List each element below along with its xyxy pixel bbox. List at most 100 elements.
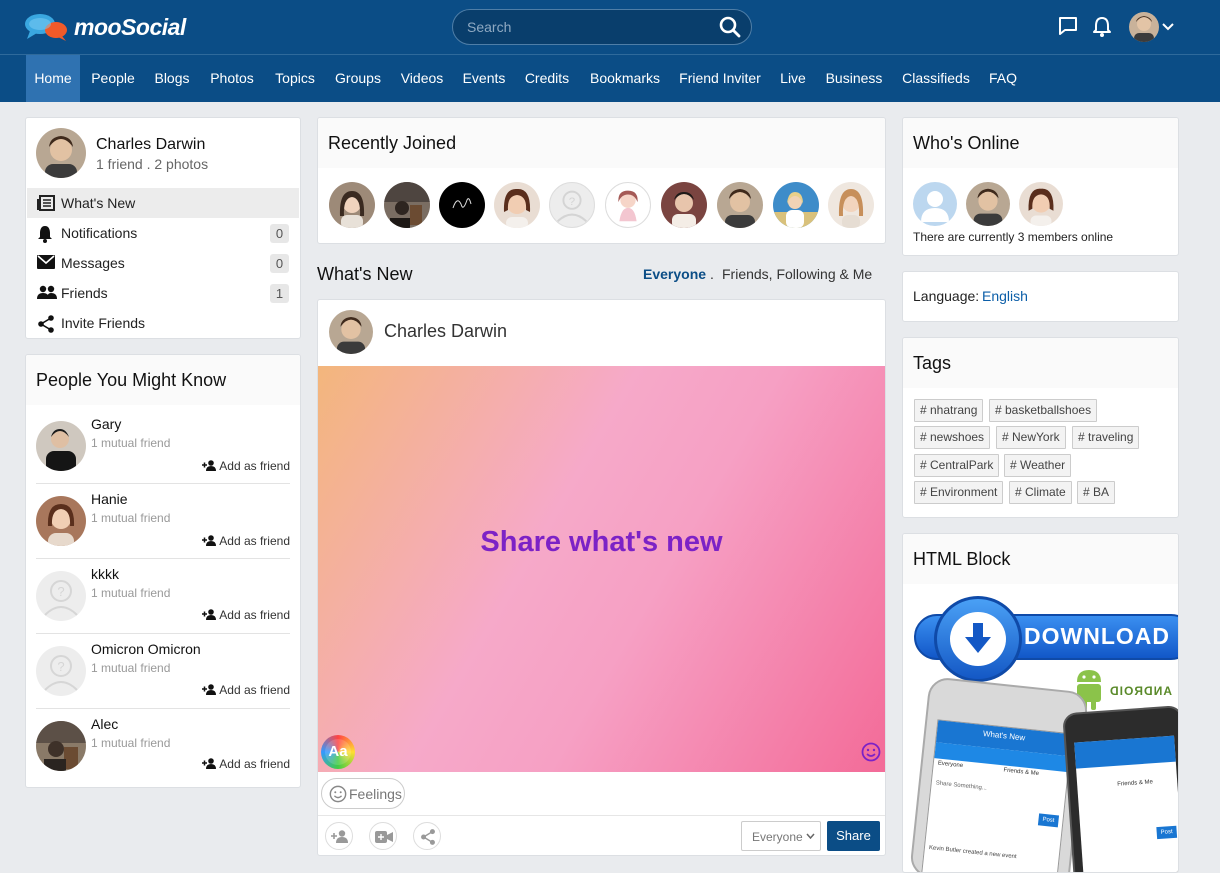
- composer-avatar[interactable]: [329, 310, 373, 354]
- tag-link[interactable]: # NewYork: [996, 426, 1066, 449]
- tag-link[interactable]: # BA: [1077, 481, 1116, 504]
- tag-friends-button[interactable]: [325, 822, 353, 850]
- add-friend-button[interactable]: Add as friend: [201, 757, 290, 771]
- member-avatar[interactable]: [828, 182, 874, 228]
- mutual-friends: 1 mutual friend: [91, 511, 171, 525]
- online-user-avatar[interactable]: [913, 182, 957, 226]
- person-name[interactable]: Alec: [91, 716, 118, 732]
- video-button[interactable]: [369, 822, 397, 850]
- member-avatar[interactable]: ?: [549, 182, 595, 228]
- online-user-avatar[interactable]: [966, 182, 1010, 226]
- member-avatar[interactable]: [773, 182, 819, 228]
- add-friend-button[interactable]: Add as friend: [201, 683, 290, 697]
- add-friend-button[interactable]: Add as friend: [201, 459, 290, 473]
- person-avatar[interactable]: ?: [36, 571, 86, 621]
- person-avatar[interactable]: [36, 421, 86, 471]
- download-banner[interactable]: DOWNLOAD: [914, 596, 1178, 682]
- language-label: Language:: [913, 288, 980, 304]
- add-user-icon: [201, 535, 216, 546]
- nav-item-faq[interactable]: FAQ: [982, 55, 1024, 102]
- tag-link[interactable]: # Climate: [1009, 481, 1072, 504]
- tags-card: Tags # nhatrang # basketballshoes # news…: [902, 337, 1179, 518]
- tag-link[interactable]: # Weather: [1004, 454, 1072, 477]
- tag-link[interactable]: # newshoes: [914, 426, 991, 449]
- nav-item-home[interactable]: Home: [26, 55, 80, 102]
- person-avatar[interactable]: [36, 496, 86, 546]
- search-input[interactable]: [467, 10, 707, 44]
- nav-item-live[interactable]: Live: [770, 55, 816, 102]
- nav-item-credits[interactable]: Credits: [516, 55, 578, 102]
- nav-item-blogs[interactable]: Blogs: [146, 55, 198, 102]
- share-link-button[interactable]: [413, 822, 441, 850]
- tag-link[interactable]: # traveling: [1072, 426, 1140, 449]
- menu-whats-new[interactable]: What's New: [27, 188, 299, 218]
- nav-item-friend-inviter[interactable]: Friend Inviter: [672, 55, 768, 102]
- composer-card: Charles Darwin Share what's new Aa Feeli…: [317, 299, 886, 856]
- member-avatar[interactable]: [661, 182, 707, 228]
- person-avatar[interactable]: ?: [36, 646, 86, 696]
- tag-link[interactable]: # nhatrang: [914, 399, 984, 422]
- person-avatar[interactable]: [36, 721, 86, 771]
- member-avatar[interactable]: [384, 182, 430, 228]
- person-name[interactable]: Hanie: [91, 491, 128, 507]
- member-avatar[interactable]: [439, 182, 485, 228]
- privacy-value: Everyone: [752, 830, 803, 844]
- bell-icon[interactable]: [1092, 16, 1112, 38]
- person-name[interactable]: kkkk: [91, 566, 119, 582]
- tag-link[interactable]: # CentralPark: [914, 454, 1000, 477]
- add-user-icon: [331, 830, 348, 843]
- nav-item-groups[interactable]: Groups: [326, 55, 390, 102]
- tag-link[interactable]: # Environment: [914, 481, 1004, 504]
- menu-notifications[interactable]: Notifications 0: [27, 218, 299, 248]
- share-button[interactable]: Share: [827, 821, 880, 851]
- profile-name[interactable]: Charles Darwin: [96, 136, 205, 154]
- member-avatar[interactable]: [605, 182, 651, 228]
- status-background[interactable]: Share what's new Aa: [318, 366, 885, 772]
- person-name[interactable]: Gary: [91, 416, 121, 432]
- person-name[interactable]: Omicron Omicron: [91, 641, 201, 657]
- menu-friends[interactable]: Friends 1: [27, 278, 299, 308]
- menu-invite-friends[interactable]: Invite Friends: [27, 308, 299, 338]
- member-avatar[interactable]: [717, 182, 763, 228]
- menu-messages[interactable]: Messages 0: [27, 248, 299, 278]
- add-friend-button[interactable]: Add as friend: [201, 608, 290, 622]
- phone-mockup-right: Friends & Me Post: [1062, 705, 1178, 872]
- video-icon: [375, 831, 393, 843]
- nav-item-classifieds[interactable]: Classifieds: [892, 55, 980, 102]
- tags-title: Tags: [913, 353, 952, 373]
- nav-item-photos[interactable]: Photos: [200, 55, 264, 102]
- chat-icon[interactable]: [1057, 15, 1079, 37]
- logo[interactable]: mooSocial: [24, 12, 186, 42]
- language-link[interactable]: English: [982, 288, 1028, 304]
- nav-item-business[interactable]: Business: [818, 55, 890, 102]
- emoji-icon[interactable]: [861, 742, 881, 762]
- share-prompt[interactable]: Share what's new: [318, 526, 885, 559]
- nav-item-people[interactable]: People: [82, 55, 144, 102]
- member-avatar[interactable]: [329, 182, 375, 228]
- android-label: ANDROID: [1109, 684, 1172, 698]
- privacy-select[interactable]: Everyone: [741, 821, 821, 851]
- nav-item-bookmarks[interactable]: Bookmarks: [580, 55, 670, 102]
- html-block-title: HTML Block: [913, 549, 1011, 569]
- tag-link[interactable]: # basketballshoes: [989, 399, 1098, 422]
- search-icon[interactable]: [719, 16, 741, 38]
- avatar[interactable]: [1129, 12, 1159, 42]
- filter-everyone[interactable]: Everyone: [643, 266, 706, 282]
- whos-online-title: Who's Online: [913, 133, 1020, 153]
- profile-avatar[interactable]: [36, 128, 86, 178]
- feelings-button[interactable]: Feelings: [321, 778, 405, 809]
- add-friend-label: Add as friend: [219, 534, 290, 548]
- chevron-down-icon[interactable]: [1162, 22, 1174, 32]
- filter-separator: .: [710, 266, 714, 282]
- nav-item-topics[interactable]: Topics: [266, 55, 324, 102]
- online-status-text: There are currently 3 members online: [913, 230, 1114, 244]
- add-friend-button[interactable]: Add as friend: [201, 534, 290, 548]
- envelope-icon: [37, 255, 55, 269]
- count-badge: 0: [270, 254, 289, 273]
- filter-friends-following[interactable]: Friends, Following & Me: [722, 266, 872, 282]
- online-user-avatar[interactable]: [1019, 182, 1063, 226]
- nav-item-events[interactable]: Events: [454, 55, 514, 102]
- nav-item-videos[interactable]: Videos: [392, 55, 452, 102]
- member-avatar[interactable]: [494, 182, 540, 228]
- font-style-button[interactable]: Aa: [321, 735, 355, 769]
